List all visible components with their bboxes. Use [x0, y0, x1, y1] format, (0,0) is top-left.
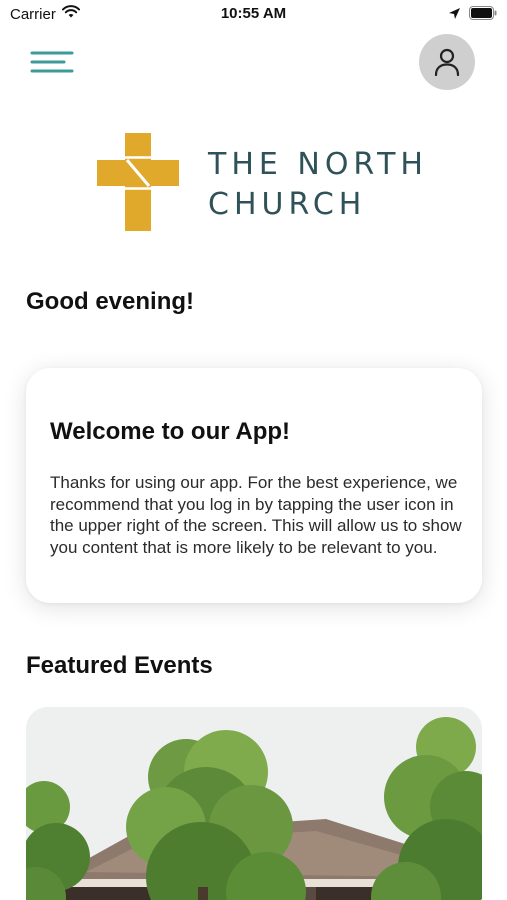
- church-name-line1: THE NORTH: [208, 147, 428, 182]
- event-image: [26, 707, 482, 900]
- hamburger-menu-icon: [30, 51, 74, 73]
- home-screen: Carrier 10:55 AM THE NORTH CHURCH Good e…: [0, 0, 507, 900]
- church-name: THE NORTH CHURCH: [208, 145, 428, 225]
- greeting-heading: Good evening!: [26, 288, 194, 315]
- battery-icon: [469, 6, 497, 24]
- church-cross-logo-icon: [97, 133, 179, 231]
- featured-events-heading: Featured Events: [26, 652, 213, 679]
- status-right: [448, 6, 497, 24]
- welcome-card: Welcome to our App! Thanks for using our…: [26, 368, 482, 603]
- church-logo: THE NORTH CHURCH: [97, 133, 423, 233]
- welcome-card-title: Welcome to our App!: [50, 418, 290, 445]
- welcome-card-body: Thanks for using our app. For the best e…: [50, 473, 462, 557]
- church-name-line2: CHURCH: [208, 187, 367, 222]
- featured-event-card[interactable]: [26, 707, 482, 900]
- profile-button[interactable]: [419, 34, 475, 90]
- status-time: 10:55 AM: [220, 5, 287, 22]
- user-icon: [434, 48, 460, 76]
- status-bar: Carrier 10:55 AM: [0, 0, 507, 28]
- location-arrow-icon: [448, 7, 461, 24]
- menu-button[interactable]: [28, 48, 76, 76]
